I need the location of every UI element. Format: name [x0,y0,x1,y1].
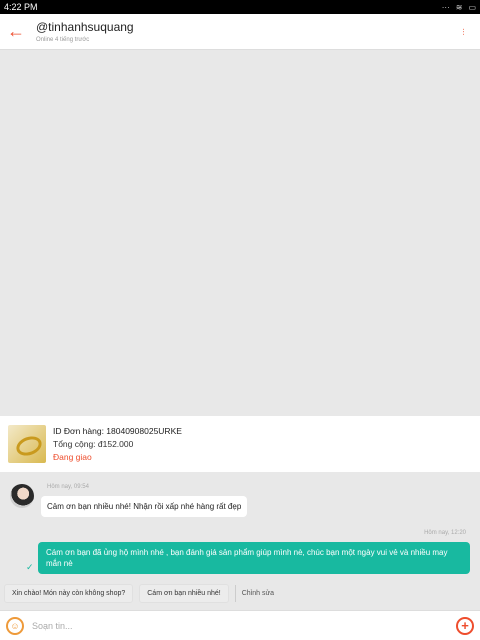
more-vertical-icon: ... [461,27,471,36]
back-arrow-icon[interactable]: ← [0,14,32,50]
battery-icon: ▭ [468,2,476,12]
message-timestamp: Hôm nay, 12:20 [424,530,466,536]
more-options-button[interactable]: ... [452,14,480,50]
message-timestamp: Hôm nay, 09:54 [47,484,89,490]
received-message-bubble[interactable]: Cảm ơn bạn nhiều nhé! Nhận rồi xấp nhé h… [41,496,248,517]
quick-replies: Xin chào! Món này còn không shop? Cám ơn… [4,584,280,603]
order-total: Tổng cộng: đ152.000 [53,438,134,449]
chat-header: ← @tinhanhsuquang Online 4 tiếng trước .… [0,14,480,50]
order-status: Đang giao [53,451,92,462]
order-card[interactable]: ID Đơn hàng: 18040908025URKE Tổng cộng: … [0,416,480,472]
add-attachment-icon[interactable]: + [456,616,474,635]
avatar[interactable] [10,484,34,508]
wifi-icon: ≋ [455,2,463,12]
chat-username: @tinhanhsuquang [36,19,134,34]
status-time: 4:22 PM [4,2,38,12]
presence-status: Online 4 tiếng trước [36,36,90,43]
quick-reply-button[interactable]: Cám ơn bạn nhiều nhé! [139,584,229,603]
quick-reply-button[interactable]: Xin chào! Món này còn không shop? [4,584,134,603]
message-input-bar: ☺ + [0,610,480,640]
more-dots-icon: ··· [441,2,450,12]
emoji-icon[interactable]: ☺ [6,616,24,635]
order-id: ID Đơn hàng: 18040908025URKE [53,425,182,436]
check-icon: ✓ [26,562,34,572]
status-icons: ··· ≋ ▭ [442,3,476,12]
title-block: @tinhanhsuquang Online 4 tiếng trước [32,20,452,44]
chat-history-area[interactable] [0,50,480,415]
order-info: ID Đơn hàng: 18040908025URKE Tổng cộng: … [53,425,182,464]
edit-quick-replies-button[interactable]: Chỉnh sửa [234,585,280,602]
product-thumbnail [8,425,46,463]
message-input[interactable] [32,614,448,637]
status-bar: 4:22 PM ··· ≋ ▭ [0,0,480,14]
sent-message-bubble[interactable]: Cám ơn bạn đã ủng hộ mình nhé , bạn đánh… [38,542,470,574]
